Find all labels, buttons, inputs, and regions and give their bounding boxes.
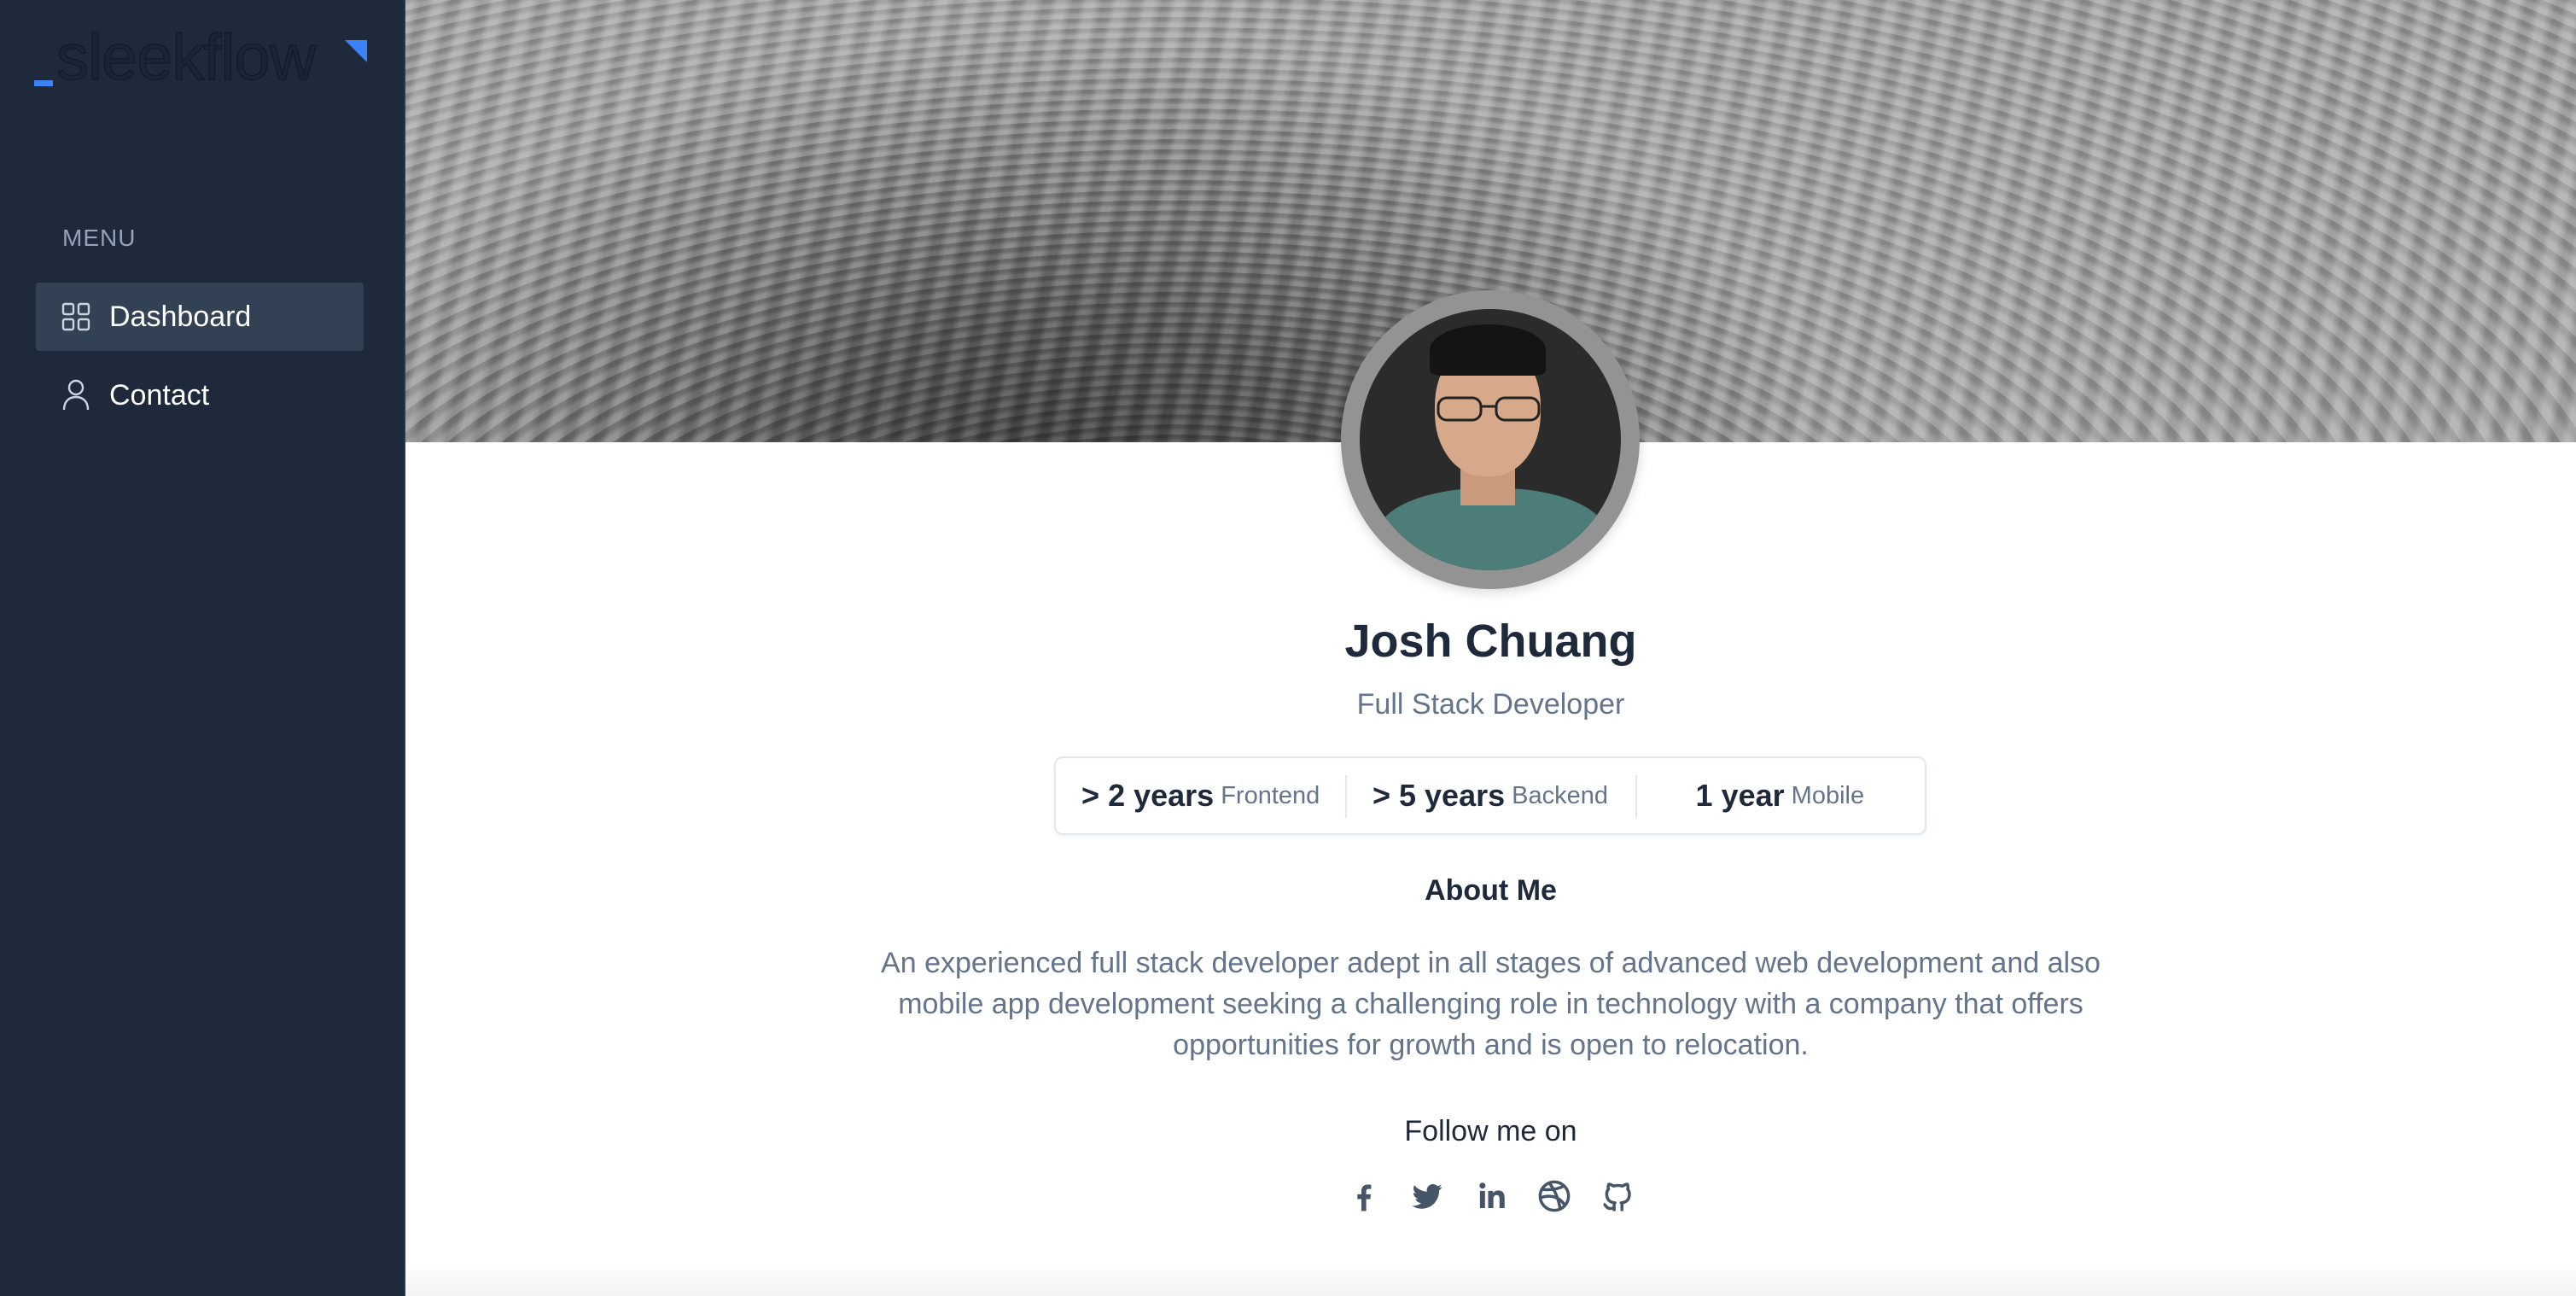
follow-heading: Follow me on	[1404, 1115, 1577, 1147]
sidebar-item-contact[interactable]: Contact	[36, 361, 364, 429]
social-links	[1344, 1173, 1637, 1219]
stat-backend: > 5 years Backend	[1345, 758, 1635, 833]
app-root: sleekflow MENU Dashboard Contact Josh Ch…	[0, 0, 2576, 1296]
user-icon	[61, 379, 90, 412]
menu-label: MENU	[62, 225, 137, 251]
stat-mobile: 1 year Mobile	[1635, 758, 1925, 833]
stat-frontend: > 2 years Frontend	[1056, 758, 1345, 833]
dribbble-icon[interactable]	[1535, 1176, 1574, 1216]
experience-stats: > 2 years Frontend > 5 years Backend 1 y…	[1054, 756, 1926, 835]
stat-value: > 5 years	[1372, 778, 1506, 813]
main-content: Josh Chuang Full Stack Developer > 2 yea…	[405, 0, 2576, 1296]
stat-label: Backend	[1512, 781, 1608, 809]
avatar	[1341, 290, 1640, 589]
avatar-hair	[1430, 324, 1546, 376]
facebook-icon[interactable]	[1344, 1176, 1384, 1216]
stat-label: Mobile	[1791, 781, 1865, 809]
grid-icon	[61, 301, 90, 333]
logo-accent-dash	[34, 80, 53, 86]
sleekflow-logo[interactable]: sleekflow	[34, 25, 367, 92]
stat-value: > 2 years	[1081, 778, 1215, 813]
footer-shadow	[405, 1262, 2576, 1296]
twitter-icon[interactable]	[1407, 1176, 1447, 1216]
sidebar-item-label: Contact	[109, 378, 210, 412]
stat-value: 1 year	[1695, 778, 1785, 813]
linkedin-icon[interactable]	[1472, 1176, 1511, 1216]
about-heading: About Me	[1425, 874, 1557, 907]
avatar-photo	[1360, 309, 1621, 570]
sidebar-item-dashboard[interactable]: Dashboard	[36, 283, 364, 351]
sidebar: sleekflow MENU Dashboard Contact	[0, 0, 405, 1296]
profile-title: Full Stack Developer	[1356, 688, 1625, 721]
avatar-glasses	[1437, 396, 1541, 422]
profile-name: Josh Chuang	[1344, 616, 1637, 667]
about-text: An experienced full stack developer adep…	[881, 947, 2101, 1061]
github-icon[interactable]	[1598, 1176, 1637, 1216]
logo-text: sleekflow	[56, 21, 318, 94]
logo-accent-corner	[345, 40, 367, 62]
stat-label: Frontend	[1221, 781, 1320, 809]
sidebar-item-label: Dashboard	[109, 300, 252, 333]
